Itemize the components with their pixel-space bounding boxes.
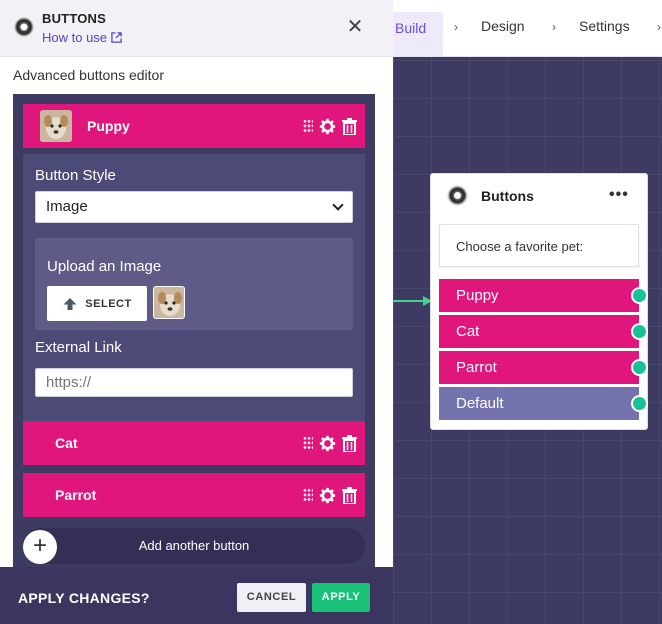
external-link-input[interactable] [35, 368, 353, 397]
cancel-button[interactable]: CANCEL [237, 583, 306, 612]
node-prompt: Choose a favorite pet: [439, 224, 639, 267]
plus-icon[interactable]: + [23, 530, 57, 564]
button-row-puppy[interactable]: Puppy [23, 104, 365, 148]
drag-handle-icon[interactable] [303, 436, 313, 450]
choice-label: Default [456, 395, 504, 412]
choice-label: Cat [456, 323, 480, 340]
apply-changes-title: APPLY CHANGES? [18, 590, 150, 606]
drag-handle-icon[interactable] [303, 119, 313, 133]
trash-icon[interactable] [342, 434, 357, 452]
gear-icon[interactable] [319, 118, 336, 135]
section-title: Advanced buttons editor [13, 67, 164, 83]
button-name: Cat [55, 435, 78, 451]
trash-icon[interactable] [342, 117, 357, 135]
choice-label: Puppy [456, 287, 499, 304]
how-to-use-label: How to use [42, 30, 108, 45]
add-button-label: Add another button [138, 538, 250, 553]
chevron-right-icon: › [657, 20, 661, 34]
button-style-label: Button Style [35, 167, 116, 184]
upload-icon [63, 297, 77, 310]
node-choice-cat[interactable]: Cat [439, 315, 648, 348]
panel-header: BUTTONS How to use ✕ [0, 0, 393, 57]
trash-icon[interactable] [342, 486, 357, 504]
gear-icon[interactable] [319, 435, 336, 452]
buttons-node[interactable]: Buttons ••• Choose a favorite pet: Puppy… [430, 173, 648, 430]
choice-label: Parrot [456, 359, 497, 376]
nav-design-tab[interactable]: Design [481, 0, 525, 42]
connector-dot[interactable] [631, 287, 648, 304]
upload-image-box: Upload an Image SELECT [35, 238, 353, 330]
select-label: SELECT [85, 297, 132, 310]
button-style-select[interactable]: Image [35, 191, 353, 223]
connector-dot[interactable] [631, 359, 648, 376]
upload-label: Upload an Image [47, 258, 162, 275]
button-settings-expanded: Button Style Image Upload an Image SELEC… [23, 154, 365, 422]
button-row-cat[interactable]: Cat [23, 421, 365, 465]
node-title: Buttons [481, 188, 534, 204]
buttons-editor: Puppy Button Style Image Upload an Image… [13, 94, 375, 574]
apply-button[interactable]: APPLY [312, 583, 370, 612]
button-name: Parrot [55, 487, 97, 503]
puppy-thumbnail [40, 110, 72, 142]
external-link-icon [111, 32, 122, 43]
add-button-row[interactable]: + Add another button [23, 528, 365, 564]
nav-settings-tab[interactable]: Settings [579, 0, 630, 42]
node-choice-puppy[interactable]: Puppy [439, 279, 648, 312]
how-to-use-link[interactable]: How to use [42, 30, 122, 45]
connector-dot[interactable] [631, 323, 648, 340]
uploaded-image-preview [153, 286, 185, 319]
node-choice-parrot[interactable]: Parrot [439, 351, 648, 384]
top-nav: Build › Design › Settings › [393, 0, 662, 57]
buttons-panel: BUTTONS How to use ✕ Advanced buttons ed… [0, 0, 393, 624]
close-icon[interactable]: ✕ [346, 17, 364, 37]
more-options-icon[interactable]: ••• [609, 186, 629, 204]
gear-icon[interactable] [319, 487, 336, 504]
chevron-right-icon: › [454, 20, 458, 34]
chevron-right-icon: › [552, 20, 556, 34]
buttons-logo-icon [14, 17, 34, 37]
panel-title: BUTTONS [42, 11, 106, 26]
button-name: Puppy [87, 118, 130, 134]
chevron-down-icon [332, 199, 344, 211]
node-logo-icon [447, 185, 468, 206]
apply-footer: APPLY CHANGES? CANCEL APPLY [0, 567, 393, 624]
nav-build-tab[interactable]: Build [393, 12, 443, 56]
connector-dot[interactable] [631, 395, 648, 412]
button-row-parrot[interactable]: Parrot [23, 473, 365, 517]
node-choice-default[interactable]: Default [439, 387, 648, 420]
connector-arrow [393, 296, 432, 306]
drag-handle-icon[interactable] [303, 488, 313, 502]
select-image-button[interactable]: SELECT [47, 286, 147, 321]
button-style-value: Image [46, 198, 88, 215]
external-link-label: External Link [35, 339, 122, 356]
